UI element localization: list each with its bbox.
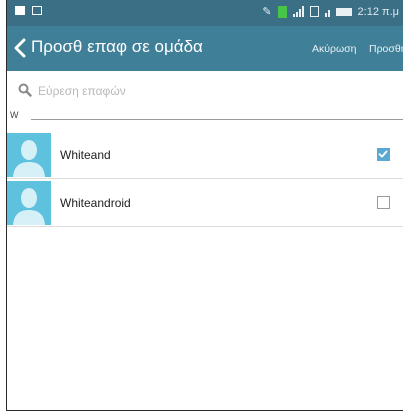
notification-icon — [15, 6, 25, 15]
back-arrow-icon[interactable] — [13, 38, 27, 58]
section-letter: W — [10, 110, 19, 120]
section-divider — [31, 119, 403, 120]
battery-icon — [335, 7, 352, 16]
status-notifications — [15, 6, 42, 15]
signal-icon — [324, 6, 330, 17]
contact-checkbox[interactable] — [377, 196, 390, 209]
search-bar — [7, 72, 403, 108]
contact-row[interactable]: Whiteandroid — [7, 179, 403, 227]
screen: ✎ 2:12 π.μ Προσθ επαφ σε ομάδα Ακύρωση Π… — [6, 0, 403, 411]
avatar — [7, 181, 51, 225]
page-title: Προσθ επαφ σε ομάδα — [31, 37, 203, 56]
signal-icon — [292, 6, 304, 17]
contact-row[interactable]: Whiteand — [7, 131, 403, 179]
status-indicators: ✎ 2:12 π.μ — [262, 5, 399, 18]
add-button[interactable]: Προσθήκη — [369, 43, 403, 55]
screenshot-icon — [32, 6, 42, 15]
search-icon — [18, 83, 32, 97]
contact-checkbox[interactable] — [377, 148, 390, 161]
checkmark-icon — [378, 150, 388, 158]
contact-name: Whiteand — [60, 148, 111, 162]
status-bar: ✎ 2:12 π.μ — [7, 0, 403, 26]
status-time: 2:12 π.μ — [357, 5, 399, 18]
sim-icon — [309, 6, 319, 17]
contact-name: Whiteandroid — [60, 196, 131, 210]
app-bar: Προσθ επαφ σε ομάδα Ακύρωση Προσθήκη — [7, 26, 403, 71]
person-placeholder-icon — [13, 140, 45, 177]
battery-saver-icon — [277, 5, 287, 18]
avatar — [7, 133, 51, 177]
cancel-button[interactable]: Ακύρωση — [312, 43, 357, 55]
mute-icon: ✎ — [262, 6, 272, 18]
section-header: W — [7, 108, 403, 124]
search-input[interactable] — [36, 80, 340, 102]
person-placeholder-icon — [13, 188, 45, 225]
